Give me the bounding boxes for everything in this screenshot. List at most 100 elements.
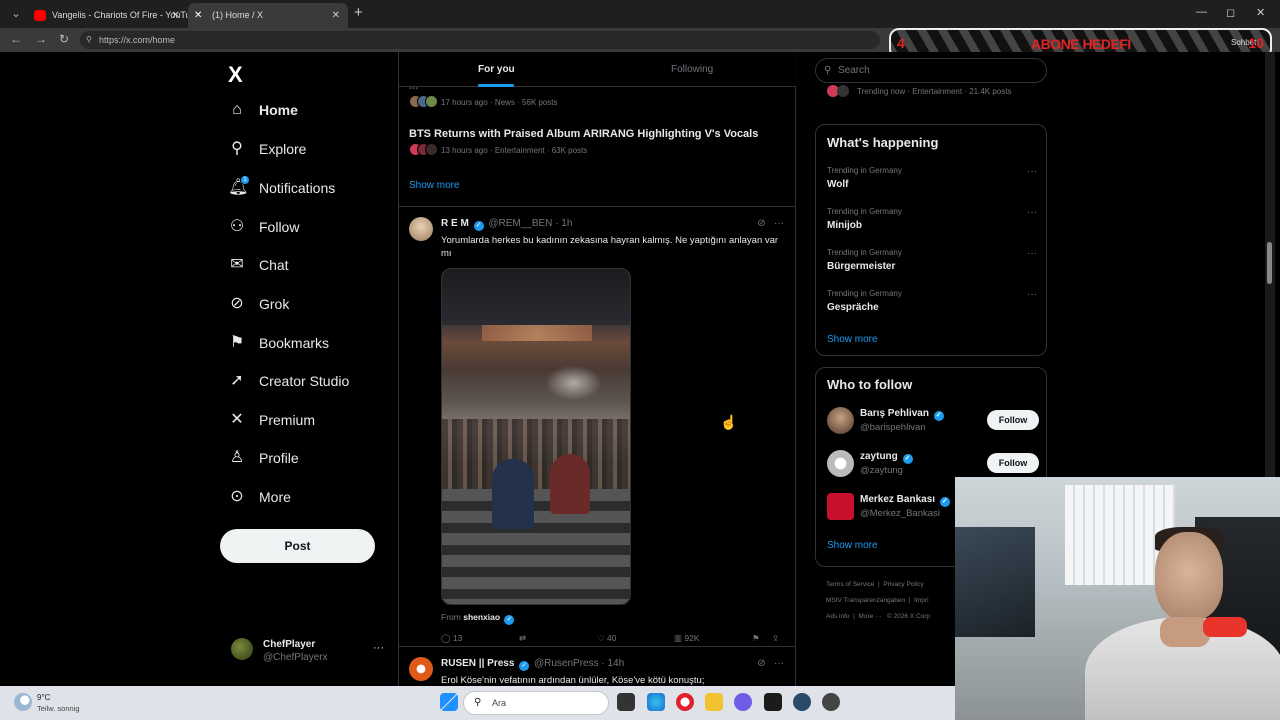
suggestion-name: Barış Pehlivan ✓ — [860, 408, 946, 421]
footer-link[interactable]: MStV Transparenzangaben — [826, 597, 905, 604]
nav-creator-studio[interactable]: ➚ Creator Studio — [228, 366, 349, 396]
site-info-icon[interactable]: ⚲ — [86, 31, 92, 49]
views-button[interactable]: ▥ 92K — [674, 633, 700, 644]
edge-icon[interactable] — [647, 693, 665, 711]
mail-icon: ✉ — [230, 256, 244, 273]
more-dots-icon[interactable]: ··· — [774, 658, 784, 669]
more-dots-icon[interactable]: ··· — [1027, 207, 1037, 218]
opera-icon[interactable] — [676, 693, 694, 711]
capcut-icon[interactable] — [764, 693, 782, 711]
tweet[interactable]: RUSEN || Press ✓ @RusenPress · 14h ⊘ ···… — [399, 646, 796, 686]
nav-label: Notifications — [259, 180, 336, 196]
new-tab-icon[interactable]: + — [354, 4, 363, 21]
post-button[interactable]: Post — [220, 529, 375, 563]
footer-link[interactable]: Privacy Policy — [883, 581, 923, 588]
more-dots-icon[interactable]: ··· — [1027, 166, 1037, 177]
trend-item[interactable]: Trending in Germany Bürgermeister ··· — [827, 248, 1037, 272]
nav-more[interactable]: ⊙ More — [228, 482, 291, 512]
footer-link[interactable]: Impri — [914, 597, 928, 604]
trend-item[interactable]: Trending in Germany Minijob ··· — [827, 207, 1037, 231]
verified-badge-icon: ✓ — [519, 661, 530, 671]
footer-link[interactable]: Ads info — [826, 613, 850, 620]
close-tab-icon[interactable]: ✕ — [332, 3, 340, 28]
taskbar-search[interactable]: ⚲ Ara — [463, 691, 609, 715]
maximize-icon[interactable]: ◻ — [1226, 6, 1235, 19]
temperature: 9°C — [37, 693, 51, 702]
reload-icon[interactable]: ↻ — [59, 32, 69, 46]
show-more-link[interactable]: Show more — [827, 540, 878, 551]
nav-profile[interactable]: ♙ Profile — [228, 443, 299, 473]
weather-widget[interactable]: 9°C Teilw. sonnig — [14, 691, 124, 715]
show-more-link[interactable]: Show more — [827, 334, 878, 345]
tweet-video[interactable] — [441, 268, 631, 605]
nav-notifications[interactable]: 🔔︎ 1 Notifications — [228, 173, 335, 203]
more-dots-icon[interactable]: ··· — [1027, 289, 1037, 300]
trend-item[interactable]: Trending in Germany Gespräche ··· — [827, 289, 1037, 313]
url-field[interactable]: ⚲ https://x.com/home — [80, 31, 880, 49]
tweet-time[interactable]: · 1h — [555, 218, 572, 229]
avatar[interactable] — [409, 217, 433, 241]
more-dots-icon[interactable]: ··· — [774, 218, 784, 229]
grok-icon[interactable]: ⊘ — [757, 658, 765, 669]
notification-badge: 1 — [240, 175, 250, 185]
tweet-author-handle[interactable]: @RusenPress — [534, 658, 599, 669]
nav-home[interactable]: ⌂ Home — [228, 95, 298, 125]
account-switcher[interactable]: ChefPlayer @ChefPlayerx ··· — [228, 632, 398, 666]
person-icon: ♙ — [229, 449, 245, 466]
nav-label: Explore — [259, 141, 307, 157]
tweet-author-handle[interactable]: @REM__BEN — [488, 218, 552, 229]
nav-premium[interactable]: ✕ Premium — [228, 405, 315, 435]
repost-button[interactable]: ⇄ — [519, 633, 526, 644]
minimize-icon[interactable]: — — [1196, 6, 1207, 18]
source-user[interactable]: shenxiao — [463, 612, 500, 622]
task-view-icon[interactable] — [617, 693, 635, 711]
close-window-icon[interactable]: ✕ — [1256, 6, 1265, 19]
nav-chat[interactable]: ✉ Chat — [228, 250, 288, 280]
follow-button[interactable]: Follow — [987, 410, 1039, 430]
tab-for-you[interactable]: For you — [478, 64, 515, 75]
scrollbar-thumb[interactable] — [1267, 242, 1272, 284]
obs-icon[interactable] — [822, 693, 840, 711]
nav-bookmarks[interactable]: ⚑ Bookmarks — [228, 328, 329, 358]
footer-link[interactable]: More ··· — [858, 613, 881, 620]
close-tab-icon[interactable]: ✕ — [172, 3, 180, 28]
trend-title: BTS Returns with Praised Album ARIRANG H… — [409, 128, 759, 140]
back-icon[interactable]: ← — [10, 32, 22, 46]
tweet-header: R E M ✓ @REM__BEN · 1h — [441, 218, 572, 231]
follow-suggestion[interactable]: Barış Pehlivan ✓ @barispehlivan Follow — [827, 407, 1039, 439]
start-icon[interactable] — [440, 693, 458, 711]
follow-button[interactable]: Follow — [987, 453, 1039, 473]
trend-item[interactable]: Trending in Germany Wolf ··· — [827, 166, 1037, 190]
more-dots-icon[interactable]: ··· — [1027, 248, 1037, 259]
reply-button[interactable]: ◯ 13 — [441, 633, 462, 644]
search-input[interactable]: ⚲ Search — [815, 58, 1047, 83]
bookmark-button[interactable]: ⚑ — [752, 633, 760, 644]
nav-grok[interactable]: ⊘ Grok — [228, 289, 289, 319]
share-button[interactable]: ⇪ — [772, 633, 779, 644]
tweet-author-name[interactable]: RUSEN || Press — [441, 658, 514, 669]
browser-tab-youtube[interactable]: Vangelis - Chariots Of Fire - YouTu ✕ — [28, 3, 188, 28]
tweet-time[interactable]: · 14h — [601, 658, 624, 669]
like-button[interactable]: ♡ 40 — [597, 633, 616, 644]
repost-icon: ⇄ — [519, 633, 527, 643]
x-logo[interactable]: X — [228, 62, 243, 88]
goal-target: 10 — [1248, 35, 1264, 51]
trend-story[interactable]: BTS Returns with Praised Album ARIRANG H… — [409, 128, 789, 156]
steam-icon[interactable] — [793, 693, 811, 711]
file-explorer-icon[interactable] — [705, 693, 723, 711]
nav-follow[interactable]: ⚇ Follow — [228, 212, 300, 242]
grok-icon[interactable]: ⊘ — [757, 218, 765, 229]
nav-explore[interactable]: ⚲ Explore — [228, 134, 306, 164]
tab-list-icon[interactable]: ⌄ — [6, 5, 26, 23]
tab-following[interactable]: Following — [671, 64, 713, 75]
discord-icon[interactable] — [734, 693, 752, 711]
url-text: https://x.com/home — [99, 35, 176, 45]
footer-link[interactable]: Terms of Service — [826, 581, 874, 588]
browser-tab-x[interactable]: ✕ (1) Home / X ✕ — [188, 3, 348, 28]
forward-icon[interactable]: → — [35, 32, 47, 46]
search-icon: ⚲ — [231, 140, 243, 157]
trending-now-item[interactable]: Trending now · Entertainment · 21.4K pos… — [827, 85, 1011, 97]
avatar[interactable] — [409, 657, 433, 681]
tweet-author-name[interactable]: R E M — [441, 218, 469, 229]
show-more-link[interactable]: Show more — [409, 180, 460, 191]
